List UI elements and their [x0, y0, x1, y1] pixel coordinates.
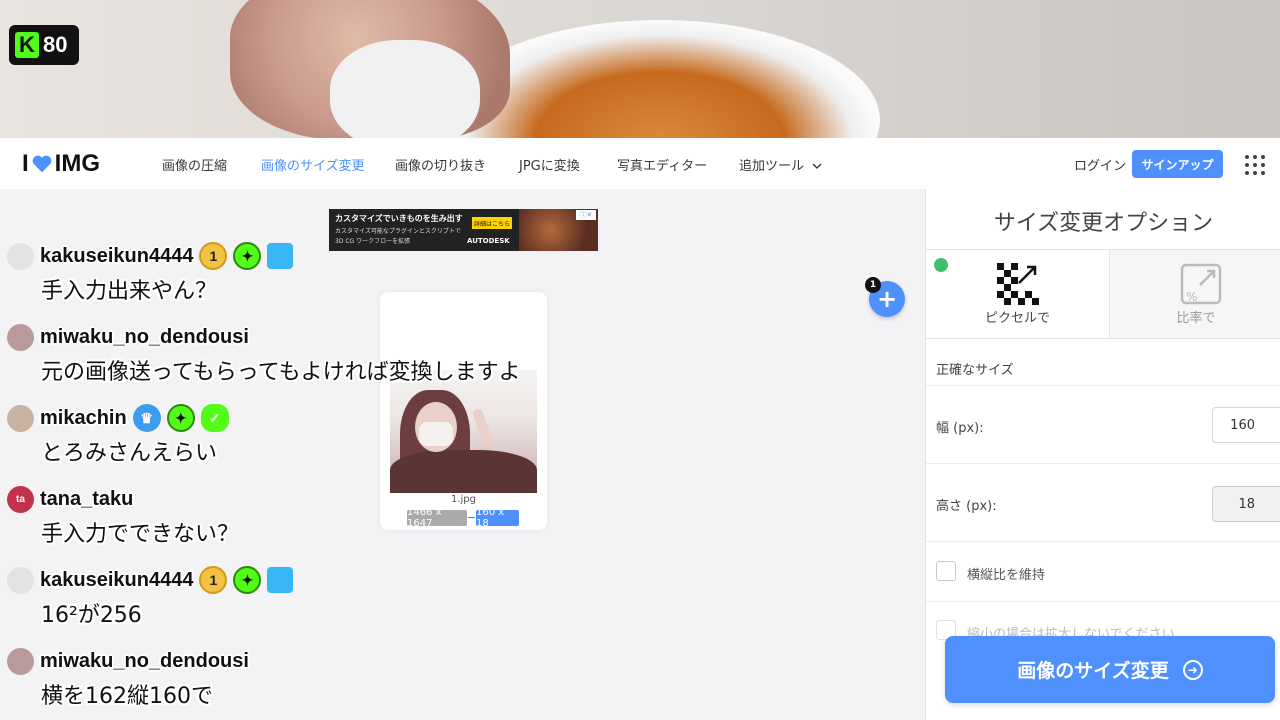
thumb-mask [419, 422, 453, 446]
ad-sub-1: カスタマイズ可能なプラグインとスクリプトで [335, 228, 461, 235]
resize-images-button[interactable]: 画像のサイズ変更 ➜ [945, 636, 1275, 703]
ad-banner[interactable]: カスタマイズでいきものを生み出す カスタマイズ可能なプラグインとスクリプトで 3… [329, 209, 598, 251]
svg-text:%: % [1186, 290, 1197, 304]
pixel-resize-icon [997, 263, 1039, 305]
arrow-right-circle-icon: ➜ [1182, 659, 1203, 680]
webcam-feed [0, 0, 1280, 138]
logo-right: IMG [54, 150, 100, 177]
ad-info-icon[interactable]: ⓘ✕ [576, 210, 596, 220]
sidebar-title: サイズ変更オプション [993, 211, 1214, 236]
tab-by-ratio-label: 比率で [1176, 311, 1216, 326]
site-navbar: I IMG 画像の圧縮 画像のサイズ変更 画像の切り抜き JPGに変換 写真エデ… [0, 138, 1280, 190]
logo-left: I [22, 150, 29, 177]
chevron-down-icon [812, 163, 822, 169]
width-label: 幅 (px): [936, 421, 984, 436]
resize-mode-tabs: ピクセルで % 比率で [926, 249, 1280, 339]
size-arrow-icon [468, 517, 475, 518]
width-input[interactable]: 160 [1212, 407, 1280, 443]
ad-sub-2: 3D CG ワークフローを拡張 [335, 238, 411, 245]
thumb-body [390, 450, 537, 493]
check-icon [934, 258, 948, 272]
apps-grid-icon[interactable] [1244, 154, 1266, 176]
keep-ratio-row: 横縦比を維持 [926, 541, 1280, 602]
resize-images-label: 画像のサイズ変更 [1017, 660, 1169, 682]
height-label: 高さ (px): [936, 499, 997, 514]
exact-size-heading: 正確なサイズ [936, 363, 1014, 378]
nav-more-tools-label: 追加ツール [739, 159, 805, 174]
file-card[interactable]: 1.jpg 1466 x 1647 160 x 18 [380, 292, 547, 530]
ad-headline: カスタマイズでいきものを生み出す [335, 214, 463, 223]
nav-compress[interactable]: 画像の圧縮 [162, 155, 227, 174]
login-link[interactable]: ログイン [1074, 155, 1126, 174]
viewer-count: 80 [43, 32, 68, 57]
heart-icon [32, 155, 52, 173]
nav-photo-editor[interactable]: 写真エディター [617, 155, 707, 174]
site-logo[interactable]: I IMG [22, 150, 100, 178]
tab-by-pixels[interactable]: ピクセルで [926, 250, 1109, 338]
computer-mouse [330, 40, 480, 138]
signup-button[interactable]: サインアップ [1132, 150, 1223, 178]
width-row: 幅 (px): 160 [926, 385, 1280, 464]
ad-brand: AUTODESK [467, 237, 510, 245]
file-thumbnail [390, 370, 537, 493]
new-size-tag: 160 x 18 [476, 507, 519, 529]
height-input[interactable]: 18 [1212, 486, 1280, 522]
keep-ratio-checkbox[interactable] [936, 561, 956, 581]
keep-ratio-label: 横縦比を維持 [967, 568, 1046, 583]
nav-resize[interactable]: 画像のサイズ変更 [261, 155, 365, 174]
file-count-badge: 1 [865, 277, 881, 293]
nav-crop[interactable]: 画像の切り抜き [395, 155, 486, 174]
file-name: 1.jpg [450, 494, 476, 505]
percent-resize-icon: % [1180, 263, 1222, 305]
height-row: 高さ (px): 18 [926, 463, 1280, 542]
nav-convert-jpg[interactable]: JPGに変換 [519, 155, 580, 174]
original-size-tag: 1466 x 1647 [407, 507, 467, 529]
kick-logo-icon: K [15, 32, 39, 58]
viewer-badge: K 80 [9, 25, 79, 65]
tab-by-pixels-label: ピクセルで [984, 311, 1050, 326]
thumb-finger [471, 407, 495, 449]
tab-by-ratio[interactable]: % 比率で [1109, 250, 1280, 338]
nav-more-tools[interactable]: 追加ツール [739, 155, 822, 174]
ad-button[interactable]: 詳細はこちら [472, 217, 512, 229]
